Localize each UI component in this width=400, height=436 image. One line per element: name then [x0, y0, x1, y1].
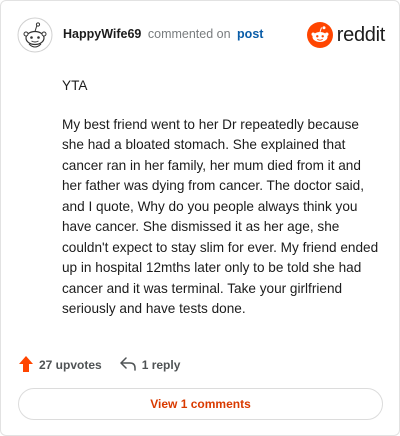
comment-lead: YTA [62, 78, 88, 93]
snoo-avatar-icon[interactable] [17, 17, 53, 53]
reddit-wordmark: reddit [336, 23, 386, 46]
commented-on-text: commented on [147, 27, 231, 41]
comment-header: HappyWife69 commented on post reddit [17, 15, 385, 55]
comment-text: My best friend went to her Dr repeatedly… [62, 116, 379, 317]
comment-meta: HappyWife69 commented on post [63, 27, 263, 41]
post-link[interactable]: post [237, 27, 263, 41]
reply-button[interactable]: 1 reply [119, 356, 181, 374]
reddit-logo-icon [306, 22, 333, 48]
comment-body: YTA My best friend went to her Dr repeat… [62, 76, 382, 320]
upvote-arrow-icon [19, 355, 39, 375]
reply-arrow-icon [119, 356, 142, 374]
upvote-count: 27 upvotes [39, 358, 102, 372]
upvote-button[interactable]: 27 upvotes [19, 355, 102, 375]
username-link[interactable]: HappyWife69 [63, 27, 141, 41]
comment-card: HappyWife69 commented on post reddit YTA… [0, 0, 400, 436]
view-comments-button[interactable]: View 1 comments [18, 388, 383, 420]
comment-actions: 27 upvotes 1 reply [19, 355, 180, 375]
reply-count: 1 reply [141, 358, 181, 372]
reddit-brand[interactable]: reddit [306, 21, 386, 49]
